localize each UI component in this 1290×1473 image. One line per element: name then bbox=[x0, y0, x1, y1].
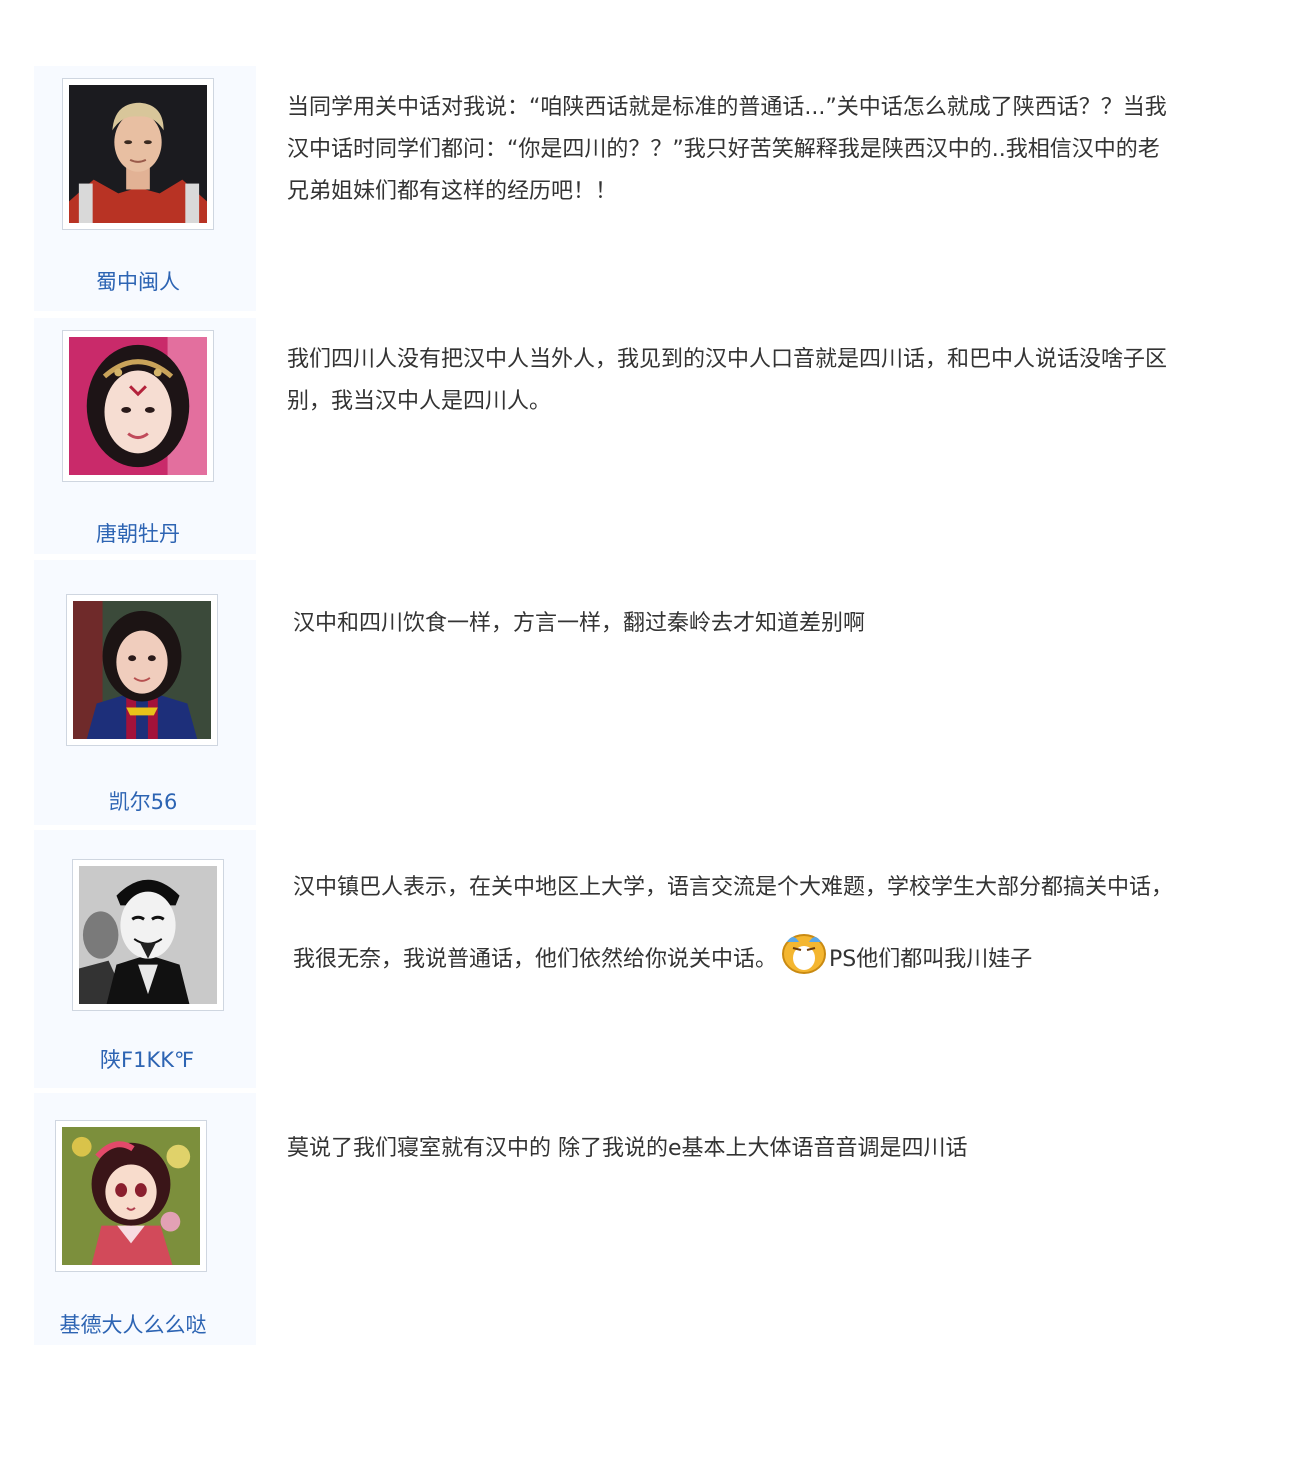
reply-post: 唐朝牡丹 我们四川人没有把汉中人当外人，我见到的汉中人口音就是四川话，和巴中人说… bbox=[0, 318, 1290, 554]
post-text-line: 汉中和四川饮食一样，方言一样，翻过秦岭去才知道差别啊 bbox=[293, 611, 866, 636]
post-text-line: 汉中镇巴人表示，在关中地区上大学，语言交流是个大难题，学校学生大部分都搞关中话， bbox=[293, 875, 1174, 900]
post-text-line: 当同学用关中话对我说：“咱陕西话就是标准的普通话...”关中话怎么就成了陕西话？… bbox=[287, 95, 1167, 120]
post-content: 汉中镇巴人表示，在关中地区上大学，语言交流是个大难题，学校学生大部分都搞关中话，… bbox=[293, 868, 1261, 976]
username[interactable]: 唐朝牡丹 bbox=[43, 518, 233, 548]
reply-post: 基德大人么么哒 莫说了我们寝室就有汉中的 除了我说的e基本上大体语音音调是四川话 bbox=[0, 1093, 1290, 1345]
post-text-line: 莫说了我们寝室就有汉中的 除了我说的e基本上大体语音音调是四川话 bbox=[287, 1136, 968, 1161]
avatar-masked-man-icon[interactable] bbox=[72, 859, 224, 1011]
username[interactable]: 蜀中闽人 bbox=[43, 266, 233, 296]
username[interactable]: 陕F1KK℉ bbox=[52, 1044, 242, 1074]
username[interactable]: 凯尔56 bbox=[48, 786, 238, 816]
avatar-costume-woman-icon[interactable] bbox=[62, 330, 214, 482]
post-text-line: 我们四川人没有把汉中人当外人，我见到的汉中人口音就是四川话，和巴中人说话没啥子区 bbox=[287, 347, 1168, 372]
post-text-line: 汉中话时同学们都问：“你是四川的？？”我只好苦笑解释我是陕西汉中的..我相信汉中… bbox=[287, 137, 1160, 162]
post-text-segment: PS他们都叫我川娃子 bbox=[829, 947, 1033, 972]
post-content: 当同学用关中话对我说：“咱陕西话就是标准的普通话...”关中话怎么就成了陕西话？… bbox=[287, 87, 1255, 213]
reply-post: 蜀中闽人 当同学用关中话对我说：“咱陕西话就是标准的普通话...”关中话怎么就成… bbox=[0, 66, 1290, 311]
username[interactable]: 基德大人么么哒 bbox=[38, 1309, 228, 1339]
crying-face-emoji-icon bbox=[779, 928, 829, 976]
reply-post: 陕F1KK℉ 汉中镇巴人表示，在关中地区上大学，语言交流是个大难题，学校学生大部… bbox=[0, 830, 1290, 1088]
post-text-segment: 我很无奈，我说普通话，他们依然给你说关中话。 bbox=[293, 947, 778, 972]
post-content: 我们四川人没有把汉中人当外人，我见到的汉中人口音就是四川话，和巴中人说话没啥子区… bbox=[287, 339, 1255, 423]
reply-thread: 蜀中闽人 当同学用关中话对我说：“咱陕西话就是标准的普通话...”关中话怎么就成… bbox=[0, 0, 1290, 1473]
avatar-anime-girl-icon[interactable] bbox=[55, 1120, 207, 1272]
reply-post: 凯尔56 汉中和四川饮食一样，方言一样，翻过秦岭去才知道差别啊 bbox=[0, 560, 1290, 825]
avatar-blond-man-icon[interactable] bbox=[62, 78, 214, 230]
post-content: 莫说了我们寝室就有汉中的 除了我说的e基本上大体语音音调是四川话 bbox=[287, 1128, 1255, 1170]
post-text-line: 我很无奈，我说普通话，他们依然给你说关中话。 PS他们都叫我川娃子 bbox=[293, 928, 1261, 976]
avatar-girl-jersey-icon[interactable] bbox=[66, 594, 218, 746]
post-text-line: 别，我当汉中人是四川人。 bbox=[287, 389, 552, 414]
post-text-line: 兄弟姐妹们都有这样的经历吧！！ bbox=[287, 179, 618, 204]
post-content: 汉中和四川饮食一样，方言一样，翻过秦岭去才知道差别啊 bbox=[293, 603, 1261, 645]
